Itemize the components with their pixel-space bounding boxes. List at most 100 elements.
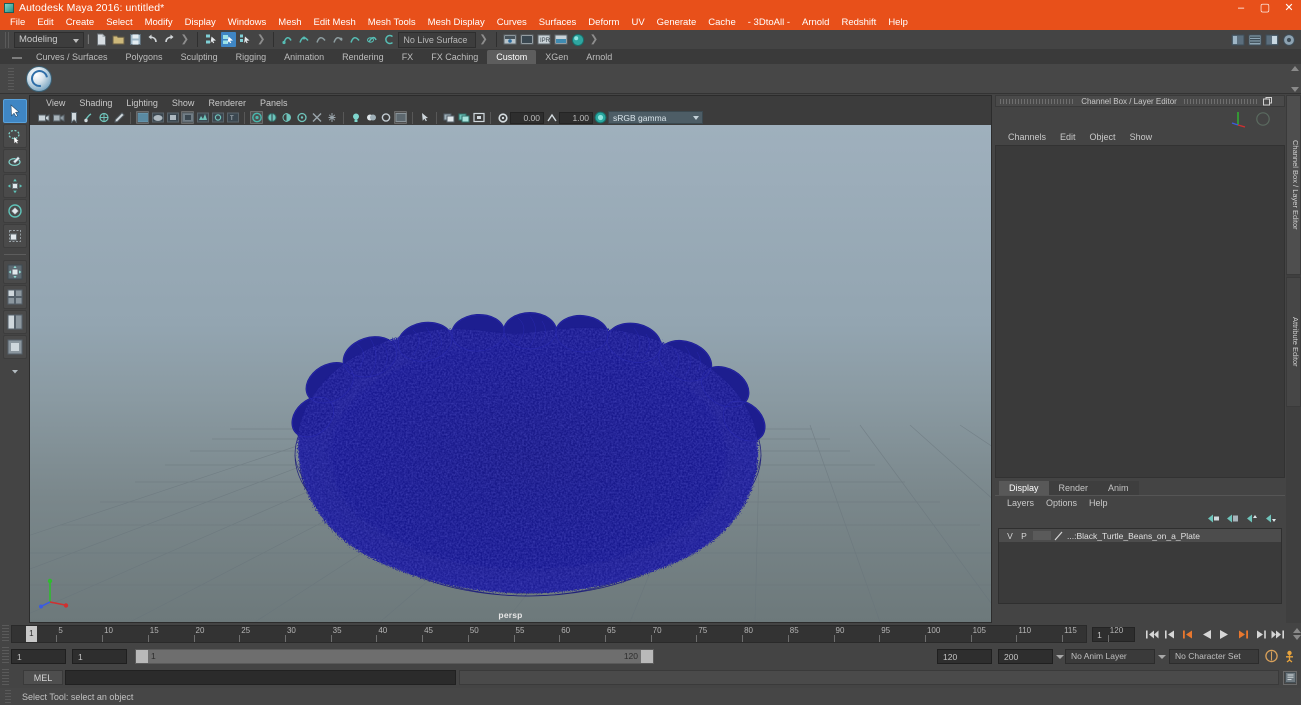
shelf-tab-fx-caching[interactable]: FX Caching <box>422 50 488 64</box>
close-icon[interactable]: close-icon <box>1273 96 1284 106</box>
shelf-grip[interactable] <box>8 67 14 90</box>
xray-mode-icon[interactable] <box>280 111 293 124</box>
shelf-tab-rigging[interactable]: Rigging <box>226 50 276 64</box>
color-management-select[interactable]: sRGB gamma <box>608 111 703 124</box>
camera-attributes-icon[interactable] <box>52 111 65 124</box>
layer-editor-tab-display[interactable]: Display <box>999 481 1049 495</box>
shelf-item-custom-tool-icon[interactable] <box>26 65 52 92</box>
select-arrow-icon[interactable] <box>418 111 431 124</box>
character-set-select[interactable]: No Character Set <box>1169 648 1259 664</box>
render-current-frame-button[interactable] <box>520 32 535 47</box>
lighting-toggle-icon[interactable] <box>325 111 338 124</box>
layer-state-toggle[interactable] <box>1033 531 1051 540</box>
smooth-shade-all-icon[interactable] <box>151 111 164 124</box>
menu-item-arnold[interactable]: Arnold <box>796 16 835 30</box>
close-button[interactable]: ✕ <box>1277 0 1301 16</box>
channel-box-menu-object[interactable]: Object <box>1083 132 1123 142</box>
animation-preferences-button[interactable] <box>1281 649 1297 664</box>
viewport-menu-show[interactable]: Show <box>165 98 202 108</box>
panel-copy-icon[interactable] <box>457 111 470 124</box>
undo-button[interactable] <box>145 32 160 47</box>
range-end-time-field[interactable]: 120 <box>937 648 992 664</box>
new-layer-icon[interactable] <box>1207 513 1220 524</box>
snap-to-grid-button[interactable] <box>280 32 295 47</box>
sidebar-toggle-channel-box-icon[interactable] <box>1264 32 1279 47</box>
maximize-button[interactable]: ▢ <box>1253 0 1277 16</box>
wireframe-shading-icon[interactable] <box>136 111 149 124</box>
layer-visibility-toggle[interactable]: V <box>1003 531 1017 541</box>
isolate-select-icon[interactable] <box>265 111 278 124</box>
range-bar[interactable]: 1 120 <box>135 648 654 664</box>
shelf-tab-handle-icon[interactable] <box>12 57 22 59</box>
anim-layer-caret-icon[interactable] <box>1155 649 1167 664</box>
multisample-aa-icon[interactable]: T <box>226 111 239 124</box>
channel-box-menu-channels[interactable]: Channels <box>1001 132 1053 142</box>
open-scene-button[interactable] <box>111 32 126 47</box>
menu-item-edit[interactable]: Edit <box>31 16 59 30</box>
move-layer-up-icon[interactable] <box>1245 513 1258 524</box>
dock-tab-attribute-editor[interactable]: Attribute Editor <box>1286 277 1301 407</box>
shadows-icon[interactable] <box>196 111 209 124</box>
current-time-indicator[interactable]: 1 <box>25 626 37 642</box>
channel-box-menu-show[interactable]: Show <box>1123 132 1160 142</box>
shelf-tab-rendering[interactable]: Rendering <box>333 50 393 64</box>
menu-item-edit-mesh[interactable]: Edit Mesh <box>308 16 362 30</box>
shelf-tab-fx[interactable]: FX <box>392 50 423 64</box>
render-settings-button[interactable] <box>554 32 569 47</box>
show-render-view-button[interactable] <box>503 32 518 47</box>
script-language-button[interactable]: MEL <box>23 670 63 685</box>
shelf-tab-sculpting[interactable]: Sculpting <box>171 50 227 64</box>
redo-button[interactable] <box>162 32 177 47</box>
command-line-grip[interactable] <box>2 668 9 687</box>
step-back-key-button[interactable] <box>1162 627 1178 642</box>
motion-blur-icon[interactable] <box>250 111 263 124</box>
script-editor-icon[interactable] <box>1283 670 1297 685</box>
grease-pencil-icon[interactable] <box>112 111 125 124</box>
select-camera-icon[interactable] <box>37 111 50 124</box>
snap-to-point-button[interactable] <box>314 32 329 47</box>
menu-item-redshift[interactable]: Redshift <box>835 16 882 30</box>
exposure-field[interactable]: 0.00 <box>510 111 544 124</box>
two-d-pan-zoom-icon[interactable] <box>97 111 110 124</box>
layout-single-pane-button[interactable] <box>2 335 27 359</box>
viewport-3d-canvas[interactable]: persp <box>30 125 991 622</box>
scroll-up-icon[interactable] <box>1293 628 1301 633</box>
auto-keyframe-toggle[interactable] <box>1263 649 1279 664</box>
animation-start-time-field[interactable]: 1 <box>11 648 66 664</box>
menu-item-3dtoall[interactable]: - 3DtoAll - <box>742 16 796 30</box>
go-to-end-button[interactable] <box>1270 627 1286 642</box>
smooth-shade-selected-icon[interactable] <box>166 111 179 124</box>
play-forwards-button[interactable] <box>1216 627 1232 642</box>
texture-filter-icon[interactable] <box>379 111 392 124</box>
layer-color-swatch-icon[interactable] <box>1053 531 1065 541</box>
menu-item-help[interactable]: Help <box>882 16 914 30</box>
exposure-gear-icon[interactable] <box>496 111 509 124</box>
select-by-object-type-button[interactable] <box>221 32 236 47</box>
layer-menu-help[interactable]: Help <box>1083 498 1114 508</box>
menu-item-modify[interactable]: Modify <box>139 16 179 30</box>
command-input-field[interactable] <box>65 670 456 685</box>
menu-item-deform[interactable]: Deform <box>582 16 625 30</box>
menu-item-display[interactable]: Display <box>179 16 222 30</box>
undock-icon[interactable] <box>1262 96 1273 106</box>
layer-row[interactable]: V P ...:Black_Turtle_Beans_on_a_Plate <box>999 529 1281 542</box>
move-tool-button[interactable] <box>2 174 27 198</box>
gamma-icon[interactable] <box>545 111 558 124</box>
sidebar-toggle-modeling-icon[interactable] <box>1230 32 1245 47</box>
rotate-tool-button[interactable] <box>2 199 27 223</box>
select-by-hierarchy-button[interactable] <box>204 32 219 47</box>
menu-item-cache[interactable]: Cache <box>702 16 741 30</box>
shelf-scroll-arrows[interactable] <box>1291 65 1301 92</box>
use-all-lights-icon[interactable] <box>181 111 194 124</box>
panel-frame-icon[interactable] <box>472 111 485 124</box>
scale-tool-button[interactable] <box>2 224 27 248</box>
live-surface-field[interactable]: No Live Surface <box>398 31 477 48</box>
shelf-scroll-up-icon[interactable] <box>1291 65 1299 71</box>
range-start-time-field[interactable]: 1 <box>72 648 127 664</box>
sidebar-toggle-tool-settings-icon[interactable] <box>1281 32 1296 47</box>
shelf-tab-curves-surfaces[interactable]: Curves / Surfaces <box>27 50 117 64</box>
viewport-menu-shading[interactable]: Shading <box>72 98 119 108</box>
range-slider-grip[interactable] <box>2 647 9 665</box>
menu-item-surfaces[interactable]: Surfaces <box>533 16 583 30</box>
go-to-start-button[interactable] <box>1144 627 1160 642</box>
